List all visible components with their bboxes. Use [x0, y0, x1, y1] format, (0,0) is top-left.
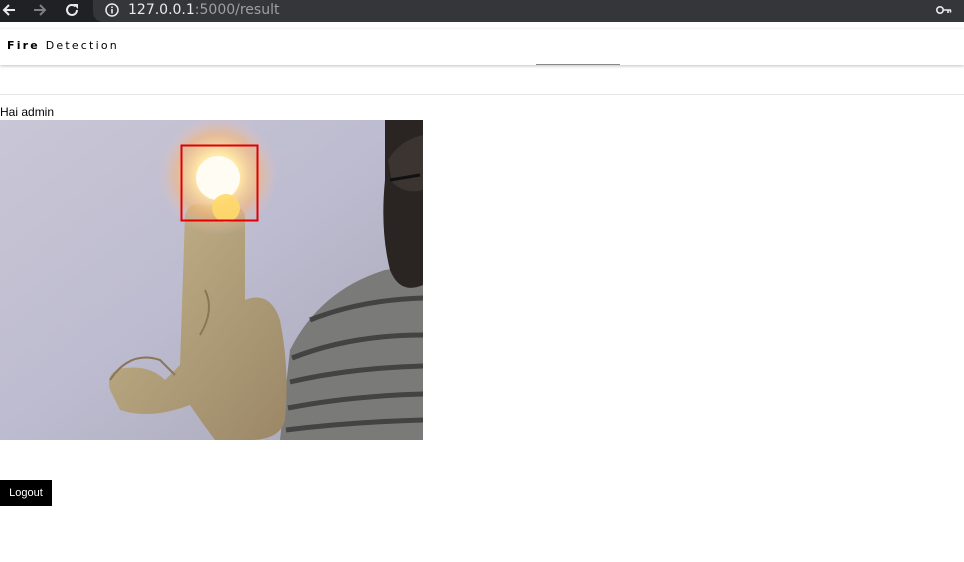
brand-rest: Detection [45, 39, 119, 52]
browser-toolbar: 127.0.0.1:5000/result [0, 0, 964, 22]
key-icon[interactable] [936, 4, 952, 16]
back-arrow-icon[interactable] [0, 0, 18, 20]
url-text[interactable]: 127.0.0.1:5000/result [128, 1, 279, 19]
section-divider [0, 94, 964, 95]
forward-arrow-icon[interactable] [30, 0, 50, 20]
url-path: :5000/result [194, 2, 280, 18]
brand-logo[interactable]: Fire Detection [7, 39, 119, 52]
logout-button[interactable]: Logout [0, 480, 52, 506]
site-navbar: Fire Detection [0, 29, 964, 65]
greeting-text: Hai admin [0, 105, 55, 119]
url-host: 127.0.0.1 [128, 2, 195, 18]
info-icon[interactable] [105, 3, 119, 17]
brand-strong: Fire [7, 39, 40, 52]
nav-active-indicator [536, 64, 620, 65]
address-bar[interactable]: 127.0.0.1:5000/result [93, 0, 964, 22]
reload-icon[interactable] [62, 0, 82, 20]
detection-result-image [0, 120, 423, 440]
